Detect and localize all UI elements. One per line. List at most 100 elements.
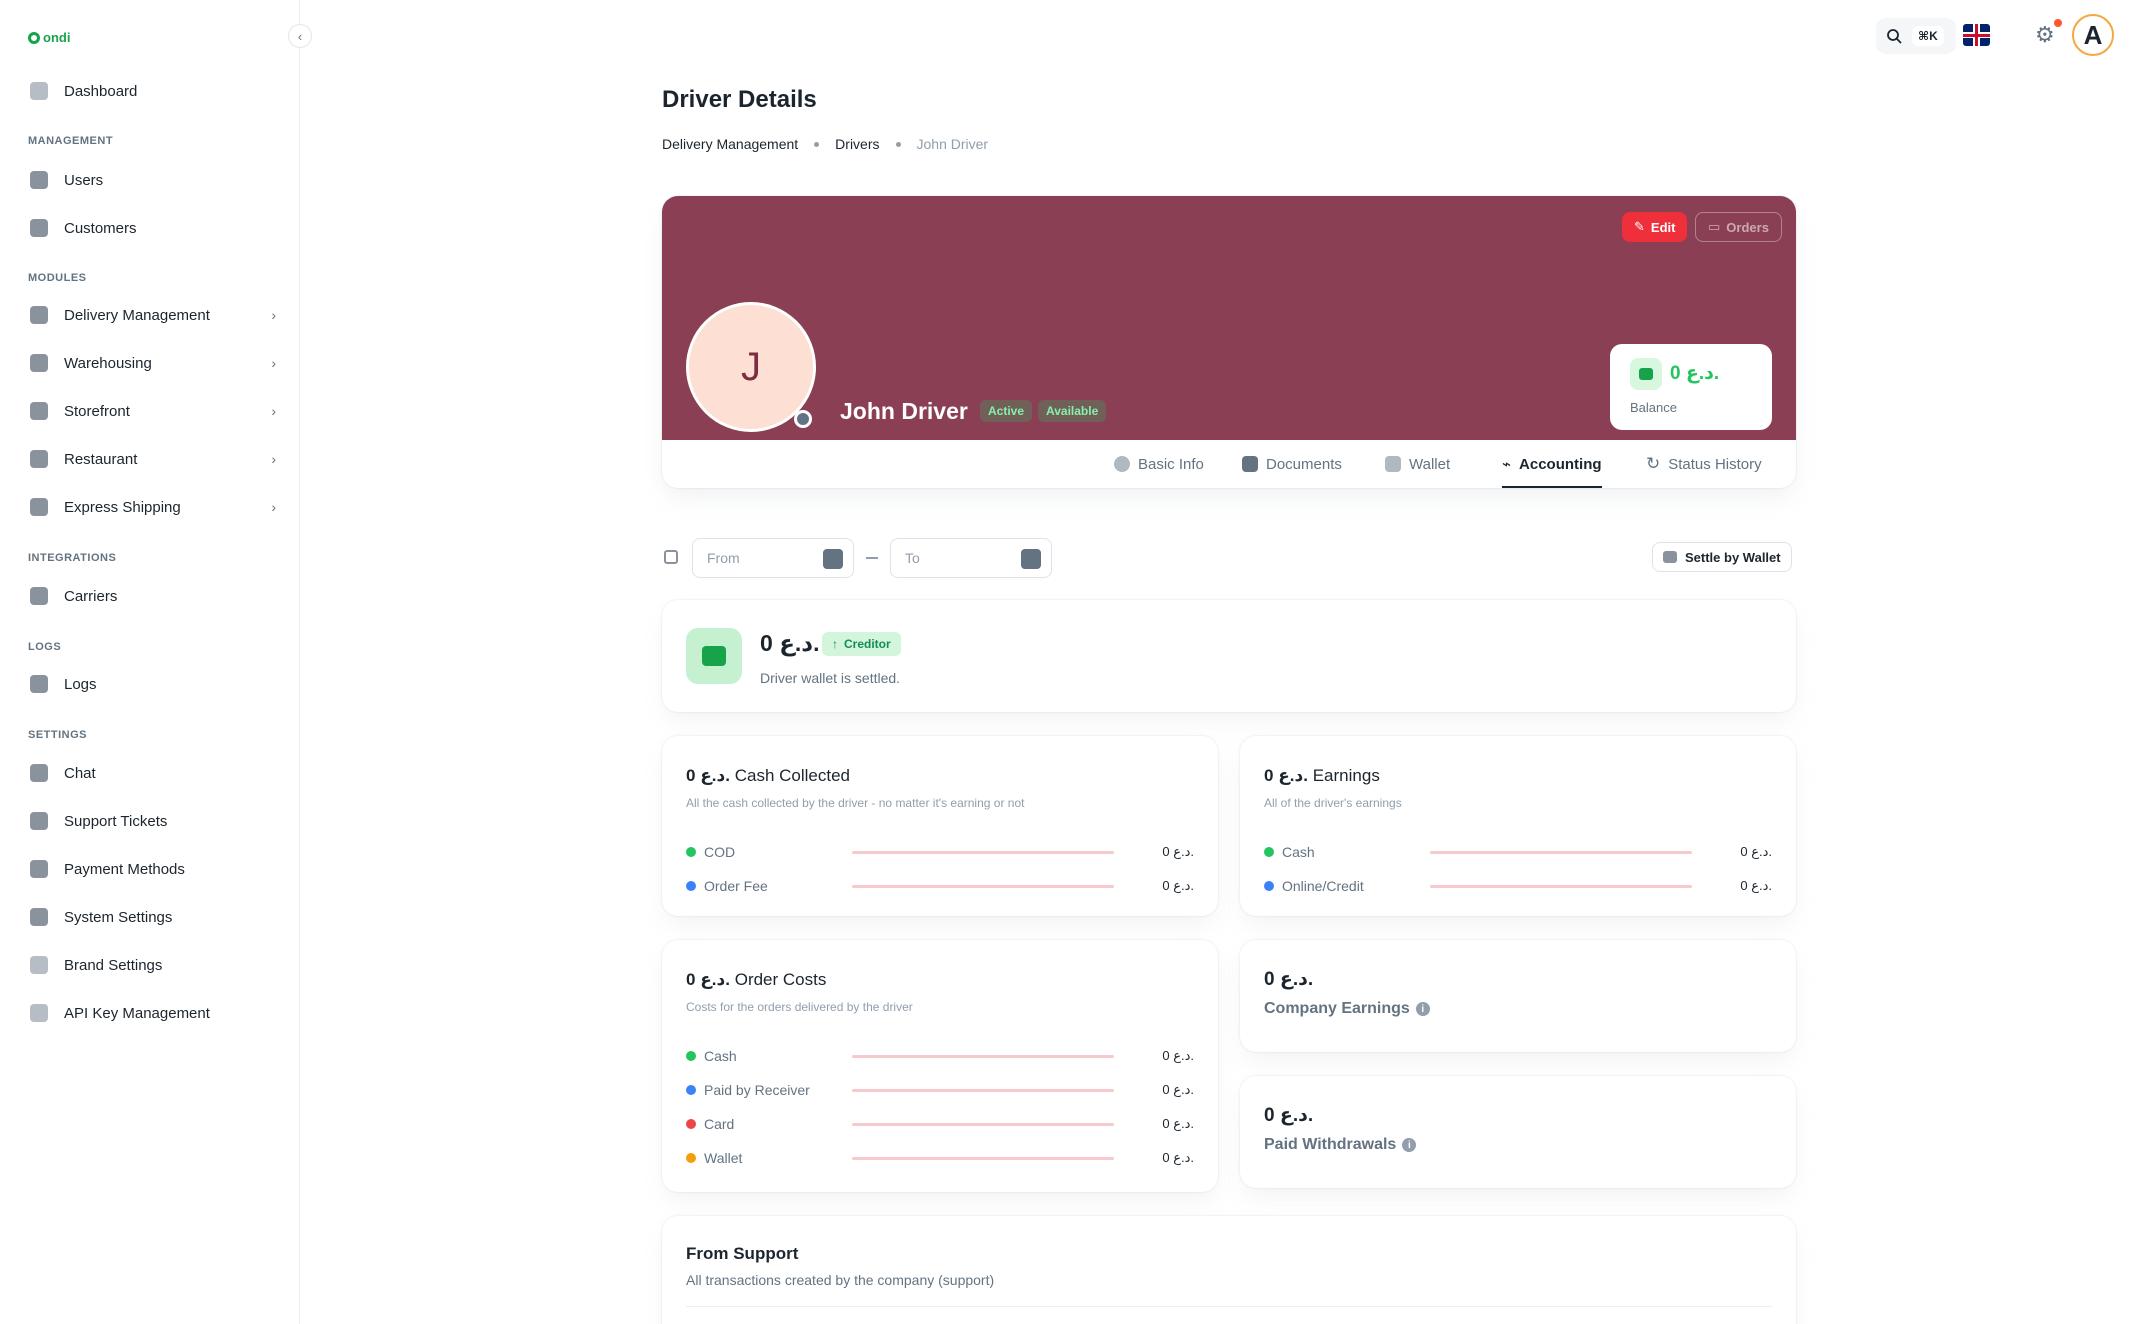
tab-basic-info[interactable]: Basic Info — [1114, 440, 1204, 488]
wallet-icon — [1630, 358, 1662, 390]
sidebar-item-carriers[interactable]: Carriers — [28, 581, 276, 611]
progress-bar — [852, 885, 1114, 888]
sidebar-item-api-keys[interactable]: API Key Management — [28, 998, 276, 1028]
edit-button[interactable]: ✎ Edit — [1622, 212, 1688, 242]
breadcrumb: Delivery Management Drivers John Driver — [662, 136, 988, 152]
store-icon — [28, 400, 50, 422]
orders-icon: ▭ — [1708, 219, 1721, 234]
settings-gear-icon[interactable]: ⚙ — [2035, 24, 2057, 46]
settle-by-wallet-button[interactable]: Settle by Wallet — [1652, 542, 1792, 572]
driver-status-dot — [794, 410, 812, 428]
key-icon — [28, 1002, 50, 1024]
customers-icon — [28, 217, 50, 239]
user-icon — [28, 169, 50, 191]
breadcrumb-separator — [895, 141, 901, 147]
section-settings: SETTINGS — [28, 729, 88, 741]
sidebar: ondi Dashboard MANAGEMENT Users Customer… — [0, 0, 300, 1324]
section-modules: MODULES — [28, 272, 87, 284]
status-badge-active: Active — [980, 400, 1033, 422]
info-icon[interactable]: i — [1402, 1138, 1417, 1152]
brand-logo[interactable]: ondi — [28, 30, 70, 45]
tab-documents[interactable]: Documents — [1242, 440, 1342, 488]
truck-icon — [28, 304, 50, 326]
orders-button[interactable]: ▭ Orders — [1695, 212, 1782, 242]
balance-label: Balance — [1630, 400, 1677, 415]
tab-wallet[interactable]: Wallet — [1385, 440, 1450, 488]
driver-profile-card: ✎ Edit ▭ Orders J John Driver Active Ava… — [662, 196, 1796, 488]
language-flag-uk-icon[interactable] — [1963, 24, 1990, 46]
list-item: Wallet 0 د.ع. — [686, 1148, 1194, 1168]
document-search-icon — [28, 673, 50, 695]
balance-card: 0 د.ع. Balance — [1610, 344, 1772, 430]
order-costs-title: 0 د.ع. Order Costs — [686, 970, 827, 989]
chat-icon — [28, 762, 50, 784]
sidebar-item-express-shipping[interactable]: Express Shipping › — [28, 492, 276, 522]
sidebar-item-chat[interactable]: Chat — [28, 758, 276, 788]
dashboard-icon — [28, 80, 50, 102]
legend-dot — [1264, 847, 1274, 857]
breadcrumb-separator — [814, 141, 820, 147]
paid-withdrawals-value: 0 د.ع. — [1264, 1105, 1314, 1126]
calendar-picker-icon[interactable] — [1021, 549, 1041, 569]
wallet-amount: 0 د.ع. — [760, 630, 820, 656]
arrow-up-icon: ↑ — [832, 637, 838, 651]
list-item: Cash 0 د.ع. — [686, 1046, 1194, 1066]
tab-status-history[interactable]: ↻ Status History — [1646, 440, 1762, 488]
progress-bar — [852, 1055, 1114, 1058]
tab-accounting[interactable]: ⌁ Accounting — [1502, 440, 1602, 488]
gear-icon — [28, 954, 50, 976]
wallet-tab-icon — [1385, 456, 1401, 472]
info-icon[interactable]: i — [1415, 1002, 1430, 1016]
from-support-card: From Support All transactions created by… — [662, 1216, 1796, 1324]
sidebar-item-users[interactable]: Users — [28, 165, 276, 195]
paid-withdrawals-label: Paid Withdrawals i — [1264, 1136, 1417, 1154]
chevron-right-icon: › — [271, 403, 276, 419]
sidebar-item-brand-settings[interactable]: Brand Settings — [28, 950, 276, 980]
refresh-icon: ↻ — [1646, 454, 1661, 473]
sidebar-item-customers[interactable]: Customers — [28, 213, 276, 243]
earnings-card: 0 د.ع. Earnings All of the driver's earn… — [1240, 736, 1796, 916]
collapse-sidebar-button[interactable]: ‹ — [288, 24, 312, 48]
company-earnings-card: 0 د.ع. Company Earnings i — [1240, 940, 1796, 1052]
cash-collected-card: 0 د.ع. Cash Collected All the cash colle… — [662, 736, 1218, 916]
list-item: Paid by Receiver 0 د.ع. — [686, 1080, 1194, 1100]
sidebar-item-payment-methods[interactable]: Payment Methods — [28, 854, 276, 884]
user-avatar[interactable]: A — [2072, 14, 2114, 56]
progress-bar — [852, 851, 1114, 854]
sidebar-item-dashboard[interactable]: Dashboard — [28, 76, 276, 106]
list-item: Cash 0 د.ع. — [1264, 842, 1772, 862]
order-costs-desc: Costs for the orders delivered by the dr… — [686, 1000, 913, 1014]
sidebar-item-system-settings[interactable]: System Settings — [28, 902, 276, 932]
list-item: Online/Credit 0 د.ع. — [1264, 876, 1772, 896]
legend-dot — [686, 1153, 696, 1163]
sidebar-item-delivery[interactable]: Delivery Management › — [28, 300, 276, 330]
progress-bar — [852, 1157, 1114, 1160]
search-button[interactable]: ⌘K — [1876, 18, 1956, 54]
sidebar-item-restaurant[interactable]: Restaurant › — [28, 444, 276, 474]
status-badge-available: Available — [1038, 400, 1107, 422]
user-circle-icon — [1114, 456, 1130, 472]
user-gear-icon — [28, 906, 50, 928]
logo-mark-icon — [28, 31, 40, 44]
document-icon — [1242, 456, 1258, 472]
sidebar-item-storefront[interactable]: Storefront › — [28, 396, 276, 426]
warehouse-icon — [28, 352, 50, 374]
legend-dot — [1264, 881, 1274, 891]
list-item: COD 0 د.ع. — [686, 842, 1194, 862]
wallet-message: Driver wallet is settled. — [760, 670, 901, 686]
breadcrumb-delivery-management[interactable]: Delivery Management — [662, 136, 798, 152]
to-date-input[interactable]: To — [890, 538, 1052, 578]
search-icon — [1887, 29, 1902, 44]
sidebar-item-warehousing[interactable]: Warehousing › — [28, 348, 276, 378]
restaurant-icon — [28, 448, 50, 470]
sidebar-item-logs[interactable]: Logs — [28, 669, 276, 699]
earnings-title: 0 د.ع. Earnings — [1264, 766, 1380, 785]
from-date-input[interactable]: From — [692, 538, 854, 578]
breadcrumb-drivers[interactable]: Drivers — [835, 136, 879, 152]
sidebar-item-support-tickets[interactable]: Support Tickets — [28, 806, 276, 836]
section-management: MANAGEMENT — [28, 135, 114, 147]
breadcrumb-current: John Driver — [916, 136, 989, 152]
progress-bar — [1430, 885, 1692, 888]
calendar-picker-icon[interactable] — [823, 549, 843, 569]
profile-tabs: Basic Info Documents Wallet ⌁ Accounting… — [662, 440, 1796, 488]
